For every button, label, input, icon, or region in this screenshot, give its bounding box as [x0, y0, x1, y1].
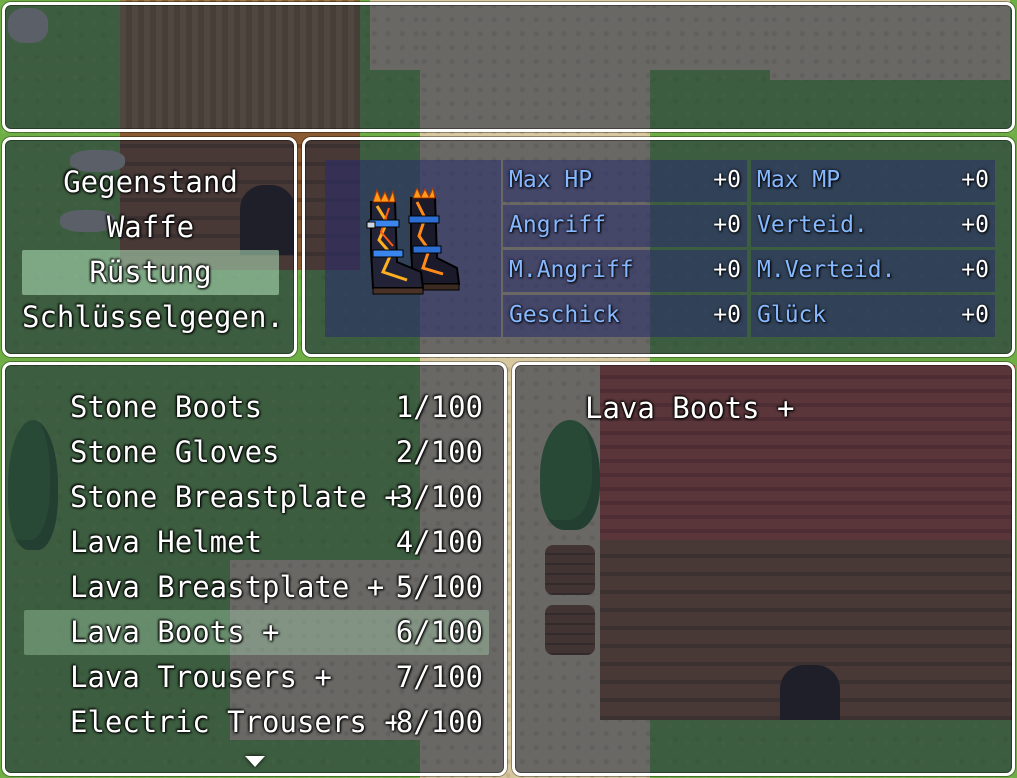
- category-item[interactable]: Waffe: [22, 205, 279, 250]
- category-label: Schlüsselgegen.: [22, 300, 284, 334]
- stat-label: Max MP: [757, 167, 841, 193]
- stat-cell: Max HP +0: [503, 160, 747, 202]
- item-name: Lava Boots +: [70, 615, 280, 649]
- item-count: 8/100: [395, 705, 483, 739]
- category-item[interactable]: Gegenstand: [22, 160, 279, 205]
- stat-label: Geschick: [509, 302, 620, 328]
- item-count: 2/100: [395, 435, 483, 469]
- item-preview: [325, 160, 501, 337]
- stat-value: +0: [713, 167, 741, 193]
- category-window: Gegenstand Waffe Rüstung Schlüsselgegen.: [2, 137, 297, 357]
- item-count: 7/100: [395, 660, 483, 694]
- stat-value: +0: [961, 167, 989, 193]
- category-label: Rüstung: [89, 255, 212, 289]
- stat-cell: Max MP +0: [751, 160, 995, 202]
- list-item[interactable]: Stone Boots 1/100: [24, 385, 489, 430]
- stat-value: +0: [713, 302, 741, 328]
- stat-label: Verteid.: [757, 212, 868, 238]
- detail-window: Lava Boots +: [512, 362, 1015, 776]
- category-item[interactable]: Schlüsselgegen.: [22, 295, 284, 340]
- item-count: 1/100: [395, 390, 483, 424]
- stat-label: Glück: [757, 302, 827, 328]
- list-item[interactable]: Lava Breastplate + 5/100: [24, 565, 489, 610]
- down-arrow-icon[interactable]: [245, 756, 265, 767]
- item-count: 6/100: [395, 615, 483, 649]
- item-name: Stone Breastplate +: [70, 480, 402, 514]
- list-item-selected[interactable]: Lava Boots + 6/100: [24, 610, 489, 655]
- stat-cell: Angriff +0: [503, 205, 747, 247]
- lava-boots-icon: [366, 188, 461, 295]
- item-name: Lava Breastplate +: [70, 570, 385, 604]
- stat-value: +0: [961, 257, 989, 283]
- list-item[interactable]: Lava Trousers + 7/100: [24, 655, 489, 700]
- list-item[interactable]: Lava Helmet 4/100: [24, 520, 489, 565]
- list-item[interactable]: Stone Breastplate + 3/100: [24, 475, 489, 520]
- stat-cell: M.Verteid. +0: [751, 250, 995, 292]
- category-item-selected[interactable]: Rüstung: [22, 250, 279, 295]
- item-count: 3/100: [395, 480, 483, 514]
- item-name: Stone Boots: [70, 390, 263, 424]
- stat-cell: Geschick +0: [503, 295, 747, 337]
- list-item[interactable]: Electric Trousers + 8/100: [24, 700, 489, 745]
- item-name: Electric Trousers +: [70, 705, 402, 739]
- item-list-window: Stone Boots 1/100 Stone Gloves 2/100 Sto…: [2, 362, 507, 776]
- category-label: Gegenstand: [63, 165, 238, 199]
- category-label: Waffe: [106, 210, 195, 244]
- item-count: 4/100: [395, 525, 483, 559]
- stat-label: Max HP: [509, 167, 593, 193]
- stat-cell: Glück +0: [751, 295, 995, 337]
- stat-label: Angriff: [509, 212, 606, 238]
- stat-value: +0: [961, 302, 989, 328]
- stat-value: +0: [713, 212, 741, 238]
- status-window: Max HP +0 Max MP +0 Angriff +0 Verteid. +0 M.Ang…: [302, 137, 1015, 357]
- stat-value: +0: [713, 257, 741, 283]
- detail-item-name: Lava Boots +: [585, 391, 795, 425]
- item-name: Lava Helmet: [70, 525, 263, 559]
- stat-value: +0: [961, 212, 989, 238]
- stat-label: M.Verteid.: [757, 257, 896, 283]
- list-item[interactable]: Stone Gloves 2/100: [24, 430, 489, 475]
- stat-cell: Verteid. +0: [751, 205, 995, 247]
- item-count: 5/100: [395, 570, 483, 604]
- item-name: Stone Gloves: [70, 435, 280, 469]
- stat-label: M.Angriff: [509, 257, 634, 283]
- help-window: [2, 2, 1015, 132]
- stat-cell: M.Angriff +0: [503, 250, 747, 292]
- item-name: Lava Trousers +: [70, 660, 332, 694]
